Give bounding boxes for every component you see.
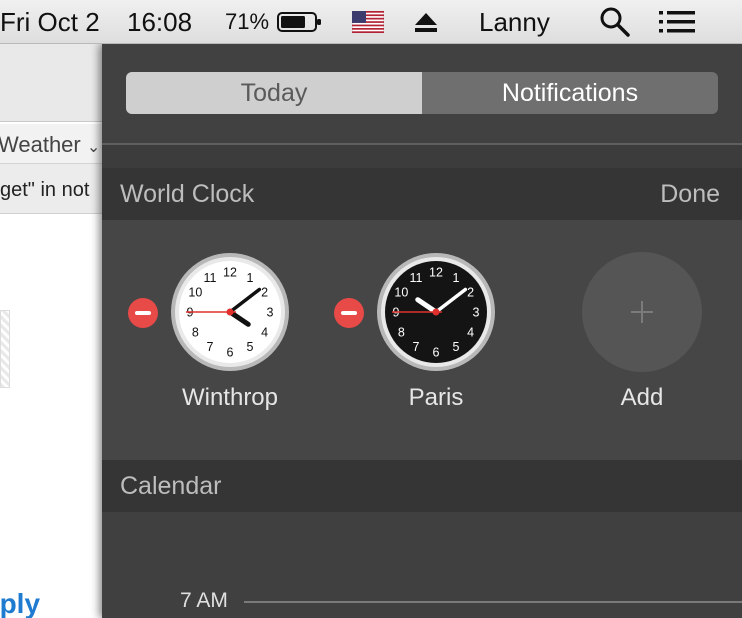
add-clock-button[interactable]: Add [580,250,704,420]
add-label: Add [620,384,664,411]
menu-bar: Fri Oct 2 16:08 71% Lanny [0,0,742,44]
calendar-title: Calendar [120,471,222,500]
clock-face-winthrop-icon: 123456789101112 [171,253,289,371]
clock-numeral: 11 [410,271,423,285]
clock-center-pin [432,308,440,316]
tab-today[interactable]: Today [126,72,422,114]
eject-icon[interactable] [412,0,440,44]
clock-numeral: 6 [433,346,440,360]
menu-bar-time[interactable]: 16:08 [127,0,192,44]
world-clock-header: World Clock Done [102,168,742,220]
clock-numeral: 10 [394,286,408,300]
menu-bar-date[interactable]: Fri Oct 2 [0,0,100,44]
minus-icon [135,311,151,315]
clock-winthrop[interactable]: 123456789101112 Winthrop [168,250,292,420]
clock-numeral: 6 [227,346,234,360]
clock-numeral: 3 [473,306,480,320]
background-app-window: Weather ⌄ get" in not eply [0,44,104,618]
clock-numeral: 8 [192,326,199,340]
remove-winthrop-button[interactable] [128,298,158,328]
plus-icon [631,301,653,323]
clock-numeral: 8 [398,326,405,340]
hatched-block [0,310,10,388]
reply-link[interactable]: eply [0,588,40,618]
weather-dropdown[interactable]: Weather ⌄ [0,132,100,158]
clock-numeral: 2 [467,286,474,300]
clock-numeral: 5 [247,340,254,354]
notification-center-list-icon[interactable] [659,0,697,44]
clock-paris[interactable]: 123456789101112 Paris [374,250,498,420]
clock-numeral: 4 [467,326,474,340]
clock-numeral: 4 [261,326,268,340]
clock-center-pin [226,308,234,316]
weather-label: Weather [0,132,81,157]
clock-numeral: 2 [261,286,268,300]
add-circle [582,252,702,372]
remove-paris-button[interactable] [334,298,364,328]
divider [102,143,742,145]
clock-city-label: Paris [408,384,464,411]
chevron-down-icon: ⌄ [86,139,101,156]
tab-notifications[interactable]: Notifications [422,72,718,114]
clock-numeral: 10 [188,286,202,300]
clock-numeral: 12 [223,266,237,280]
user-menu[interactable]: Lanny [479,0,550,44]
clock-numeral: 5 [453,340,460,354]
calendar-header: Calendar [102,460,742,512]
clock-numeral: 7 [207,340,214,354]
us-flag-icon[interactable] [352,0,384,44]
segmented-control: Today Notifications [126,72,718,114]
clock-numeral: 1 [453,271,460,285]
minus-icon [341,311,357,315]
notification-center-panel: Today Notifications World Clock Done 123… [102,44,742,618]
spotlight-search-icon[interactable] [599,0,631,44]
clock-face-paris-icon: 123456789101112 [377,253,495,371]
clock-numeral: 11 [204,271,217,285]
note-text: get" in not [0,179,90,201]
clock-numeral: 1 [247,271,254,285]
world-clock-title: World Clock [120,179,255,208]
clock-city-label: Winthrop [181,384,279,411]
done-button[interactable]: Done [660,168,720,220]
calendar-time-label: 7 AM [180,589,228,612]
clock-numeral: 3 [267,306,274,320]
battery-percentage[interactable]: 71% [225,0,269,44]
battery-icon[interactable] [277,0,323,44]
clock-numeral: 7 [413,340,420,354]
background-toolbar [0,44,104,122]
calendar-hour-line [244,601,742,603]
clock-numeral: 12 [429,266,443,280]
